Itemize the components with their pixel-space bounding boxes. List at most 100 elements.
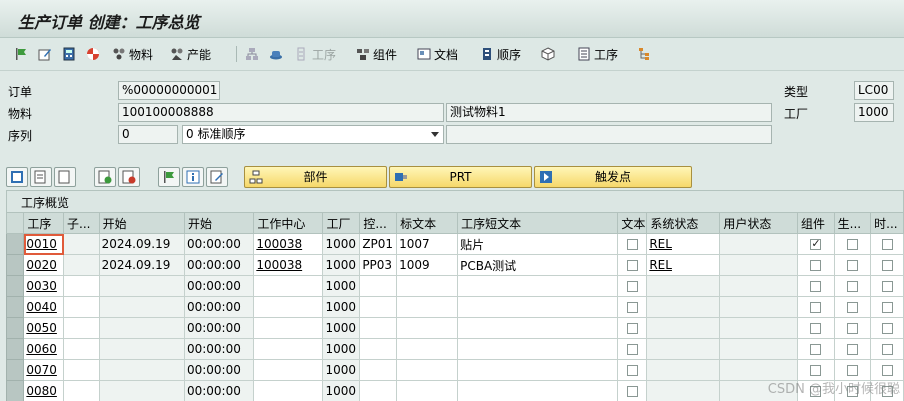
long-text-checkbox[interactable]	[626, 323, 638, 334]
sub-operation-cell[interactable]	[63, 380, 100, 401]
long-text-cell[interactable]	[617, 233, 648, 255]
control-key-cell[interactable]	[359, 296, 398, 318]
long-text-checkbox[interactable]	[626, 260, 638, 271]
select-all-button[interactable]	[6, 167, 28, 187]
sub-operation-cell[interactable]	[63, 296, 100, 318]
long-text-checkbox[interactable]	[626, 239, 638, 250]
time-checkbox[interactable]	[881, 344, 893, 355]
sub-operation-cell[interactable]	[63, 275, 100, 297]
time-cell[interactable]	[870, 275, 904, 297]
parts-button[interactable]: 部件	[244, 166, 387, 188]
flag-row-button[interactable]	[158, 167, 180, 187]
component-checkbox[interactable]	[810, 237, 822, 250]
long-text-cell[interactable]	[617, 338, 648, 360]
production-checkbox[interactable]	[846, 239, 858, 250]
component-cell[interactable]	[797, 254, 835, 276]
table-row[interactable]: 0010 2024.09.19 00:00:00 100038 1000 ZP01 1007…	[5, 233, 904, 255]
table-row[interactable]: 0060 00:00:00 1000	[5, 338, 904, 360]
component-checkbox[interactable]	[810, 302, 822, 313]
short-text-cell[interactable]: 贴片	[457, 233, 619, 255]
table-row[interactable]: 0020 2024.09.19 00:00:00 100038 1000 PP03 1009…	[5, 254, 904, 276]
component-checkbox[interactable]	[810, 323, 822, 334]
production-checkbox[interactable]	[846, 344, 858, 355]
component-checkbox[interactable]	[810, 365, 822, 376]
standard-text-cell[interactable]	[396, 296, 459, 318]
production-checkbox[interactable]	[846, 323, 858, 334]
production-cell[interactable]	[833, 275, 872, 297]
details-button[interactable]	[182, 167, 204, 187]
production-checkbox[interactable]	[846, 365, 858, 376]
delete-row-button[interactable]	[118, 167, 140, 187]
production-cell[interactable]	[833, 296, 872, 318]
production-cell[interactable]	[833, 338, 872, 360]
time-checkbox[interactable]	[881, 239, 893, 250]
production-cell[interactable]	[833, 233, 872, 255]
column-header[interactable]: 子...	[63, 212, 100, 234]
calculator-button[interactable]	[62, 45, 76, 63]
sequence-button[interactable]: 顺序	[480, 45, 521, 63]
column-header[interactable]: 文本	[617, 212, 648, 234]
standard-text-cell[interactable]	[396, 338, 459, 360]
standard-text-cell[interactable]	[396, 275, 459, 297]
long-text-checkbox[interactable]	[626, 281, 638, 292]
long-text-checkbox[interactable]	[626, 302, 638, 313]
column-header[interactable]: 工序	[23, 212, 65, 234]
edit-row-button[interactable]	[206, 167, 228, 187]
column-header[interactable]: 标文本	[396, 212, 459, 234]
time-checkbox[interactable]	[881, 260, 893, 271]
long-text-cell[interactable]	[617, 380, 648, 401]
edit-button[interactable]	[38, 45, 52, 63]
table-row[interactable]: 0040 00:00:00 1000	[5, 296, 904, 318]
control-key-cell[interactable]: ZP01	[359, 233, 398, 255]
column-header[interactable]: 工序短文本	[457, 212, 619, 234]
row-selector-header[interactable]	[5, 212, 25, 234]
standard-text-cell[interactable]: 1007	[396, 233, 459, 255]
long-text-cell[interactable]	[617, 296, 648, 318]
row-selector[interactable]	[5, 275, 25, 297]
production-checkbox[interactable]	[846, 281, 858, 292]
work-center-cell[interactable]	[253, 296, 324, 318]
prt-button[interactable]: PRT	[389, 166, 532, 188]
column-header[interactable]: 工作中心	[253, 212, 324, 234]
component-cell[interactable]	[797, 296, 835, 318]
column-header[interactable]: 开始	[183, 212, 255, 234]
row-selector[interactable]	[5, 317, 25, 339]
short-text-cell[interactable]	[457, 380, 619, 401]
operation-number-cell[interactable]: 0020	[23, 254, 65, 276]
time-checkbox[interactable]	[881, 302, 893, 313]
deselect-all-button[interactable]	[54, 167, 76, 187]
sub-operation-cell[interactable]	[63, 338, 100, 360]
time-checkbox[interactable]	[881, 281, 893, 292]
work-center-cell[interactable]	[253, 359, 324, 381]
component-checkbox[interactable]	[810, 281, 822, 292]
column-header[interactable]: 工厂	[322, 212, 361, 234]
row-selector[interactable]	[5, 338, 25, 360]
work-center-cell[interactable]: 100038	[253, 254, 324, 276]
sub-operation-cell[interactable]	[63, 233, 100, 255]
long-text-cell[interactable]	[617, 275, 648, 297]
short-text-cell[interactable]	[457, 317, 619, 339]
sub-operation-cell[interactable]	[63, 254, 100, 276]
long-text-checkbox[interactable]	[626, 344, 638, 355]
component-cell[interactable]	[797, 317, 835, 339]
column-header[interactable]: 生...	[833, 212, 872, 234]
time-checkbox[interactable]	[881, 323, 893, 334]
operation-number-cell[interactable]: 0080	[23, 380, 65, 401]
status-button[interactable]	[86, 45, 100, 63]
control-key-cell[interactable]: PP03	[359, 254, 398, 276]
standard-text-cell[interactable]	[396, 359, 459, 381]
operation-number-cell[interactable]: 0030	[23, 275, 65, 297]
row-selector[interactable]	[5, 359, 25, 381]
time-cell[interactable]	[870, 233, 904, 255]
material-button[interactable]: 物料	[112, 45, 153, 63]
operation-number-cell[interactable]: 0040	[23, 296, 65, 318]
time-cell[interactable]	[870, 254, 904, 276]
operation-number-cell[interactable]: 0010	[23, 233, 65, 255]
component-checkbox[interactable]	[810, 344, 822, 355]
row-selector[interactable]	[5, 380, 25, 401]
work-center-cell[interactable]	[253, 338, 324, 360]
network-button[interactable]	[245, 45, 259, 63]
document-button[interactable]: 文档	[417, 45, 458, 63]
operation-number-cell[interactable]: 0050	[23, 317, 65, 339]
long-text-cell[interactable]	[617, 359, 648, 381]
